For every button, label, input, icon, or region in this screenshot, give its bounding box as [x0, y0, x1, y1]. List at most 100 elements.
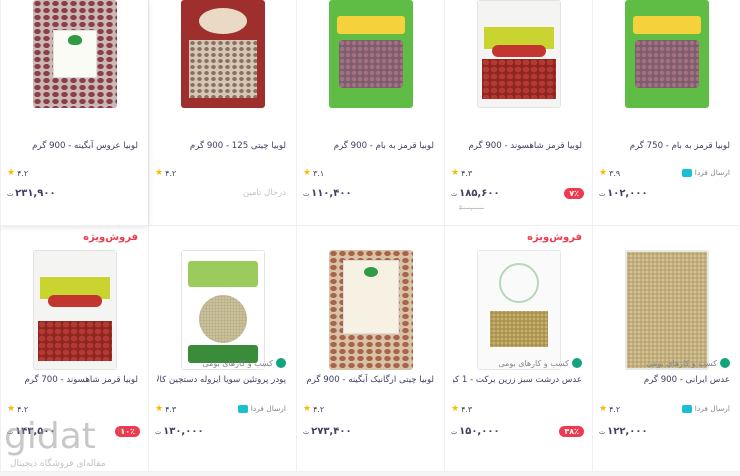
product-card[interactable]: لوبیا چیتی 125 - 900 گرم ★۴.۲ درحال تامین	[148, 0, 296, 226]
product-image[interactable]	[477, 0, 561, 108]
fast-delivery-label: ارسال فردا	[695, 168, 730, 177]
rating: ★۴.۳	[451, 404, 472, 414]
rating-value: ۴.۲	[609, 405, 620, 414]
seller-label: کسب و کارهای بومی	[202, 359, 273, 368]
product-card[interactable]: لوبیا قرمز به بام - 900 گرم ★۳.۱ ت۱۱۰,۴۰۰	[296, 0, 444, 226]
price-value: ۱۳۰,۰۰۰	[163, 426, 203, 437]
star-icon: ★	[451, 404, 459, 414]
discount-badge: ۷٪	[564, 188, 584, 199]
rating-value: ۳.۹	[609, 169, 620, 178]
star-icon: ★	[599, 168, 607, 178]
product-image[interactable]	[181, 250, 265, 370]
product-image[interactable]	[625, 0, 709, 108]
star-icon: ★	[303, 168, 311, 178]
price-value: ۱۱۰,۴۰۰	[311, 188, 351, 199]
watermark-sub: مقاله‌ای فروشگاه دیجیتال	[10, 457, 106, 469]
product-image[interactable]	[33, 250, 117, 370]
leaf-icon	[572, 358, 582, 368]
truck-icon	[682, 405, 692, 413]
seller-badge: کسب و کارهای بومی	[646, 358, 730, 368]
star-icon: ★	[303, 404, 311, 414]
watermark: gidat .ir مقاله‌ای فروشگاه دیجیتال	[0, 412, 130, 472]
product-grid: لوبیا قرمز به بام - 750 گرمارسال فردا★۳.…	[0, 0, 740, 472]
price-value: ۱۲۲,۰۰۰	[607, 426, 647, 437]
price-value: ۱۸۵,۶۰۰	[459, 188, 499, 199]
rating: ★۳.۱	[303, 168, 324, 178]
rating: ★۴.۲	[7, 168, 28, 178]
price: ت۱۲۲,۰۰۰	[599, 426, 648, 437]
product-image[interactable]	[329, 0, 413, 108]
product-title[interactable]: عدس ایرانی - 900 گرم	[601, 374, 730, 387]
seller-badge: کسب و کارهای بومی	[498, 358, 582, 368]
product-title[interactable]: لوبیا چیتی ارگانیک آبگینه - 900 گرم	[305, 374, 434, 387]
star-icon: ★	[155, 404, 163, 414]
price: ت۱۳۰,۰۰۰	[155, 426, 204, 437]
old-price: ۲۰۰,۰۰۰	[459, 204, 484, 212]
price-value: ۲۳۱,۹۰۰	[15, 188, 55, 199]
price: ت۱۱۰,۴۰۰	[303, 188, 352, 199]
price-value: ۱۰۲,۰۰۰	[607, 188, 647, 199]
seller-badge: کسب و کارهای بومی	[202, 358, 286, 368]
fast-delivery: ارسال فردا	[238, 404, 286, 413]
price: ت۱۵۰,۰۰۰	[451, 426, 500, 437]
fast-delivery: ارسال فردا	[682, 168, 730, 177]
rating-value: ۴.۲	[17, 169, 28, 178]
rating-value: ۴.۲	[165, 169, 176, 178]
product-title[interactable]: لوبیا قرمز شاهسوند - 700 گرم	[9, 374, 138, 387]
fast-delivery-label: ارسال فردا	[251, 404, 286, 413]
special-sale-label: فروش‌ویژه	[83, 232, 138, 243]
product-image[interactable]	[33, 0, 117, 108]
product-card[interactable]: کسب و کارهای بومی پودر پروتئین سویا ایزول…	[148, 226, 296, 472]
product-title[interactable]: عدس درشت سبز زرین برکت - 1 کیلو گرم	[453, 374, 582, 387]
currency-label: ت	[155, 428, 161, 436]
price-value: ۲۷۳,۴۰۰	[311, 426, 351, 437]
product-card[interactable]: کسب و کارهای بومی عدس ایرانی - 900 گرم ارس…	[592, 226, 740, 472]
truck-icon	[682, 169, 692, 177]
product-card[interactable]: لوبیا چیتی ارگانیک آبگینه - 900 گرم ★۴.۲ ت…	[296, 226, 444, 472]
rating: ★۴.۲	[303, 404, 324, 414]
gidat-logo: gidat .ir مقاله‌ای فروشگاه دیجیتال	[0, 412, 130, 472]
rating: ★۳.۹	[599, 168, 620, 178]
product-card[interactable]: لوبیا قرمز به بام - 750 گرم ارسال فردا ★۳.…	[592, 0, 740, 226]
fast-delivery: ارسال فردا	[682, 404, 730, 413]
product-image[interactable]	[625, 250, 709, 370]
rating: ★۴.۳	[155, 404, 176, 414]
rating-value: ۴.۲	[313, 405, 324, 414]
special-sale-label: فروش‌ویژه	[527, 232, 582, 243]
star-icon: ★	[451, 168, 459, 178]
product-image[interactable]	[329, 250, 413, 370]
rating: ★۴.۲	[599, 404, 620, 414]
product-image[interactable]	[477, 250, 561, 370]
product-title[interactable]: پودر پروتئین سویا ایزوله دستچین کالا - 1…	[157, 374, 286, 387]
product-card[interactable]: لوبیا عروس آبگینه - 900 گرم ★۴.۲ ت۲۳۱,۹۰۰	[0, 0, 148, 226]
product-title[interactable]: لوبیا قرمز به بام - 900 گرم	[305, 140, 434, 153]
star-icon: ★	[155, 168, 163, 178]
price: ت۲۳۱,۹۰۰	[7, 188, 56, 199]
out-of-stock-label: درحال تامین	[243, 188, 286, 198]
currency-label: ت	[451, 190, 457, 198]
product-title[interactable]: لوبیا قرمز شاهسوند - 900 گرم	[453, 140, 582, 153]
truck-icon	[238, 405, 248, 413]
currency-label: ت	[303, 428, 309, 436]
rating: ★۴.۲	[155, 168, 176, 178]
rating: ★۴.۳	[451, 168, 472, 178]
watermark-brand: gidat	[4, 416, 96, 457]
product-title[interactable]: لوبیا چیتی 125 - 900 گرم	[157, 140, 286, 153]
currency-label: ت	[303, 190, 309, 198]
seller-label: کسب و کارهای بومی	[646, 359, 717, 368]
currency-label: ت	[7, 190, 13, 198]
product-title[interactable]: لوبیا عروس آبگینه - 900 گرم	[9, 140, 138, 153]
product-title[interactable]: لوبیا قرمز به بام - 750 گرم	[601, 140, 730, 153]
discount-badge: ۳۸٪	[559, 426, 584, 437]
price-value: ۱۵۰,۰۰۰	[459, 426, 499, 437]
price: ت۱۰۲,۰۰۰	[599, 188, 648, 199]
star-icon: ★	[599, 404, 607, 414]
leaf-icon	[276, 358, 286, 368]
seller-label: کسب و کارهای بومی	[498, 359, 569, 368]
fast-delivery-label: ارسال فردا	[695, 404, 730, 413]
rating-value: ۴.۳	[461, 405, 472, 414]
rating-value: ۴.۳	[461, 169, 472, 178]
product-card[interactable]: لوبیا قرمز شاهسوند - 900 گرم ★۴.۳ ت۱۸۵,۶۰۰…	[444, 0, 592, 226]
product-card[interactable]: فروش‌ویژه کسب و کارهای بومی عدس درشت سبز ز…	[444, 226, 592, 472]
product-image[interactable]	[181, 0, 265, 108]
